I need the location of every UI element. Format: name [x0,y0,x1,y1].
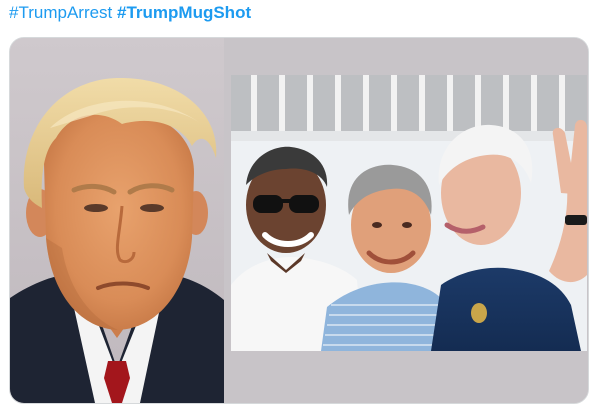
group-photo[interactable] [224,38,588,403]
tweet-text: #TrumpArrest #TrumpMugShot [9,2,251,24]
media-card[interactable] [9,37,589,404]
group-photo-graphic [224,38,588,403]
tweet: #TrumpArrest #TrumpMugShot [0,0,591,412]
hashtag-link[interactable]: #TrumpMugShot [117,3,251,22]
mugshot-photo-graphic [10,38,224,403]
hashtag-link[interactable]: #TrumpArrest [9,3,112,22]
mugshot-photo[interactable] [10,38,224,403]
